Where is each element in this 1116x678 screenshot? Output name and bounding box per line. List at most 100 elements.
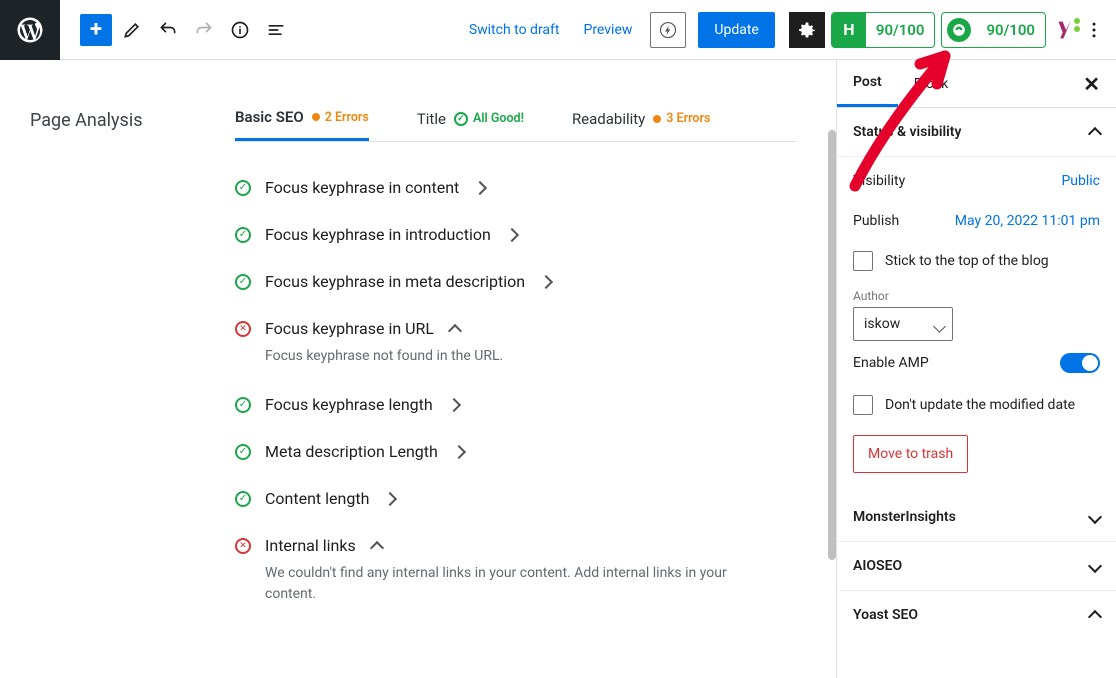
analysis-item-toggle[interactable]: Meta description Length [235,442,796,461]
analysis-item-title: Focus keyphrase length [265,395,433,414]
outline-button[interactable] [260,14,292,46]
analysis-item-toggle[interactable]: Focus keyphrase length [235,395,796,414]
analysis-item: Focus keyphrase in content [235,164,796,211]
redo-button[interactable] [188,14,220,46]
analysis-item-title: Focus keyphrase in introduction [265,225,491,244]
plus-icon: + [90,17,102,42]
tab-label: Title [417,110,446,128]
chevron-right-icon [447,397,461,411]
tab-basic-seo[interactable]: Basic SEO 2 Errors [235,96,369,141]
analysis-item-toggle[interactable]: Focus keyphrase in URL [235,319,796,338]
analysis-tabs: Basic SEO 2 Errors Title All Good! Reada… [235,96,796,142]
aioseo-icon [947,18,971,42]
headline-score-badge[interactable]: H 90/100 [831,12,936,48]
author-label: Author [853,289,1100,303]
analysis-item-toggle[interactable]: Internal links [235,536,796,555]
chevron-right-icon [505,227,519,241]
move-to-trash-button[interactable]: Move to trash [853,435,968,473]
wordpress-logo[interactable] [0,0,60,60]
analysis-item-detail: Focus keyphrase not found in the URL. [265,346,765,367]
info-icon [230,20,250,40]
tab-label: Readability [572,110,645,128]
panel-title: Status & visibility [853,124,961,140]
check-circle-icon [235,444,251,460]
analysis-item-title: Focus keyphrase in URL [265,319,434,338]
x-circle-icon [235,538,251,554]
publish-label: Publish [853,213,899,229]
amp-preview-button[interactable] [650,12,686,48]
settings-sidebar: Post Block ✕ Status & visibility Visibil… [836,60,1116,678]
close-sidebar-button[interactable]: ✕ [1067,72,1116,96]
analysis-item: Focus keyphrase length [235,381,796,428]
status-dot-icon [312,113,320,121]
sidebar-tab-post[interactable]: Post [837,60,898,107]
panel-yoast[interactable]: Yoast SEO [837,591,1116,639]
preview-link[interactable]: Preview [571,14,644,46]
gear-icon [797,20,817,40]
analysis-item: Meta description Length [235,428,796,475]
analysis-item-toggle[interactable]: Focus keyphrase in meta description [235,272,796,291]
publish-value[interactable]: May 20, 2022 11:01 pm [955,213,1100,229]
stick-checkbox[interactable] [853,251,873,271]
chevron-right-icon [452,444,466,458]
analysis-item: Internal links We couldn't find any inter… [235,522,796,619]
add-block-button[interactable]: + [80,14,112,46]
enable-amp-toggle[interactable] [1060,353,1100,373]
list-icon [266,20,286,40]
pencil-icon [122,20,142,40]
panel-title: MonsterInsights [853,509,956,525]
check-circle-icon [235,227,251,243]
yoast-status-dots [1074,18,1080,32]
chevron-down-icon [1088,510,1102,524]
yoast-icon [1056,19,1076,41]
redo-icon [194,20,214,40]
edit-button[interactable] [116,14,148,46]
analysis-item-toggle[interactable]: Focus keyphrase in content [235,178,796,197]
bolt-icon [659,21,677,39]
yoast-button[interactable] [1052,12,1080,48]
x-circle-icon [235,321,251,337]
panel-aioseo[interactable]: AIOSEO [837,542,1116,591]
headline-score-text: 90/100 [866,21,935,39]
dont-update-checkbox[interactable] [853,395,873,415]
analysis-list: Focus keyphrase in content Focus keyphras… [235,142,796,619]
stick-label: Stick to the top of the blog [885,253,1049,269]
analysis-item-title: Content length [265,489,369,508]
sidebar-tab-block[interactable]: Block [898,62,965,106]
analysis-item-title: Internal links [265,536,356,555]
panel-monsterinsights[interactable]: MonsterInsights [837,493,1116,542]
chevron-right-icon [539,274,553,288]
chevron-up-icon [1088,127,1102,141]
update-button[interactable]: Update [698,12,774,48]
tab-title[interactable]: Title All Good! [417,96,524,141]
settings-button[interactable] [789,12,825,48]
tab-status-text: 2 Errors [325,110,369,125]
chevron-down-icon [1088,559,1102,573]
tab-label: Basic SEO [235,108,304,126]
analysis-item-detail: We couldn't find any internal links in y… [265,563,765,605]
dots-vertical-icon [1084,20,1104,40]
analysis-item: Focus keyphrase in URL Focus keyphrase no… [235,305,796,381]
undo-button[interactable] [152,14,184,46]
chevron-right-icon [473,180,487,194]
enable-amp-label: Enable AMP [853,355,929,371]
tab-readability[interactable]: Readability 3 Errors [572,96,710,141]
author-select[interactable]: iskow [853,307,953,341]
panel-title: AIOSEO [853,558,902,574]
wordpress-icon [15,15,45,45]
more-options-button[interactable] [1080,12,1108,48]
analysis-item-toggle[interactable]: Content length [235,489,796,508]
page-title: Page Analysis [30,110,143,131]
panel-status-visibility[interactable]: Status & visibility [837,108,1116,157]
check-circle-icon [235,274,251,290]
chevron-up-icon [1088,610,1102,624]
chevron-up-icon [370,540,384,554]
analysis-item: Focus keyphrase in meta description [235,258,796,305]
analysis-item-title: Focus keyphrase in content [265,178,459,197]
aioseo-score-badge[interactable]: 90/100 [941,12,1046,48]
visibility-value[interactable]: Public [1061,173,1100,189]
info-button[interactable] [224,14,256,46]
scrollbar-thumb[interactable] [828,130,836,560]
analysis-item-toggle[interactable]: Focus keyphrase in introduction [235,225,796,244]
switch-to-draft-link[interactable]: Switch to draft [457,14,572,46]
